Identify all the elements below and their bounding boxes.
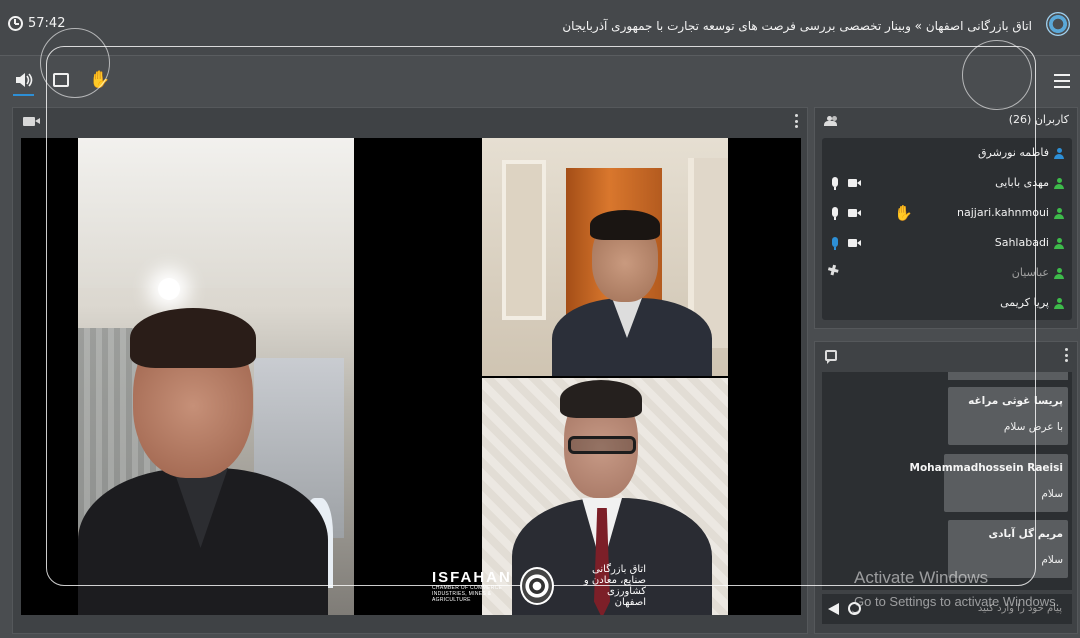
chamber-emblem-icon (519, 567, 554, 605)
microphone-icon[interactable] (832, 177, 838, 190)
user-row[interactable]: فاطمه نورشرق (822, 142, 1072, 166)
session-timer: 57:42 (8, 16, 65, 31)
chamber-logo: ISFAHAN CHAMBER OF COMMERCE INDUSTRIES, … (432, 564, 646, 608)
timer-text: 57:42 (28, 16, 66, 31)
user-name: Sahlabadi (994, 236, 1049, 249)
user-name: عباسیان (1011, 266, 1049, 279)
user-icon (1054, 298, 1064, 310)
message-text: سلام (1041, 554, 1063, 566)
user-row[interactable]: ✋ najjari.kahnmoui (822, 202, 1072, 226)
users-list: فاطمه نورشرق مهدی بابایی ✋ najjari.kahnm… (822, 138, 1072, 320)
raise-hand-icon[interactable]: ✋ (89, 69, 111, 91)
user-row[interactable]: Sahlabadi (822, 232, 1072, 256)
user-icon (1054, 238, 1064, 250)
video-camera-icon[interactable] (848, 179, 861, 187)
control-bar: ✋ (0, 57, 1080, 103)
message-author: مریم گل آبادی (988, 528, 1064, 540)
chat-message: Mohammadhossein Raeisi سلام (910, 454, 1068, 512)
video-panel (12, 107, 808, 634)
send-icon[interactable] (828, 603, 839, 615)
clock-icon (8, 16, 23, 31)
windows-activation-watermark: Activate Windows Go to Settings to activ… (854, 568, 1060, 609)
video-camera-icon[interactable] (848, 209, 861, 217)
users-icon (824, 116, 838, 126)
microphone-off-icon[interactable]: ✖ (825, 261, 843, 281)
message-author: Mohammadhossein Raeisi (909, 462, 1064, 474)
chat-options-icon[interactable] (1065, 348, 1069, 362)
logo-text-fa: اتاق بازرگانی صنایع، معادن و کشاورزی اصف… (583, 564, 646, 608)
user-icon (1054, 178, 1064, 190)
user-name: najjari.kahnmoui (957, 206, 1049, 219)
user-name: مهدی بابایی (995, 176, 1049, 189)
users-panel-header: کاربران (26) (815, 108, 1077, 134)
user-icon (1054, 268, 1064, 280)
user-name: پریا کریمی (1000, 296, 1049, 309)
camera-icon[interactable] (23, 117, 40, 126)
message-text: سلام (1041, 488, 1063, 500)
chat-messages: پریسا غوثی مراغه با عرض سلام Mohammadhos… (822, 372, 1072, 590)
previous-message (948, 372, 1068, 380)
users-title: کاربران (26) (1008, 113, 1069, 126)
video-camera-icon[interactable] (848, 239, 861, 247)
chat-icon (825, 350, 837, 364)
user-icon (1054, 208, 1064, 220)
speaker-icon[interactable] (13, 69, 35, 96)
top-bar: 57:42 اتاق بازرگانی اصفهان » وبینار تخصص… (0, 0, 1080, 56)
user-row[interactable]: پریا کریمی (822, 292, 1072, 316)
session-title: اتاق بازرگانی اصفهان » وبینار تخصصی بررس… (562, 19, 1032, 33)
user-name: فاطمه نورشرق (978, 146, 1049, 159)
message-text: با عرض سلام (1003, 421, 1063, 433)
video-panel-header (13, 108, 807, 136)
microphone-icon[interactable] (832, 207, 838, 220)
video-feed-participant-1[interactable] (482, 138, 728, 376)
app-logo-icon (1046, 12, 1070, 36)
user-row[interactable]: مهدی بابایی (822, 172, 1072, 196)
user-icon (1054, 148, 1064, 160)
users-panel: کاربران (26) فاطمه نورشرق مهدی بابایی ✋ … (814, 107, 1078, 329)
video-feed-speaker[interactable] (78, 138, 354, 615)
message-author: پریسا غوثی مراغه (968, 395, 1063, 407)
user-row[interactable]: ✖ عباسیان (822, 261, 1072, 286)
microphone-active-icon[interactable] (832, 237, 838, 250)
logo-text-en: ISFAHAN CHAMBER OF COMMERCE INDUSTRIES, … (432, 568, 512, 603)
video-options-icon[interactable] (795, 114, 799, 128)
raised-hand-icon: ✋ (894, 204, 913, 222)
screen-share-icon[interactable] (50, 69, 72, 91)
hamburger-menu-icon[interactable] (1052, 70, 1072, 92)
chat-message: پریسا غوثی مراغه با عرض سلام (948, 387, 1068, 445)
video-stage (21, 138, 801, 615)
